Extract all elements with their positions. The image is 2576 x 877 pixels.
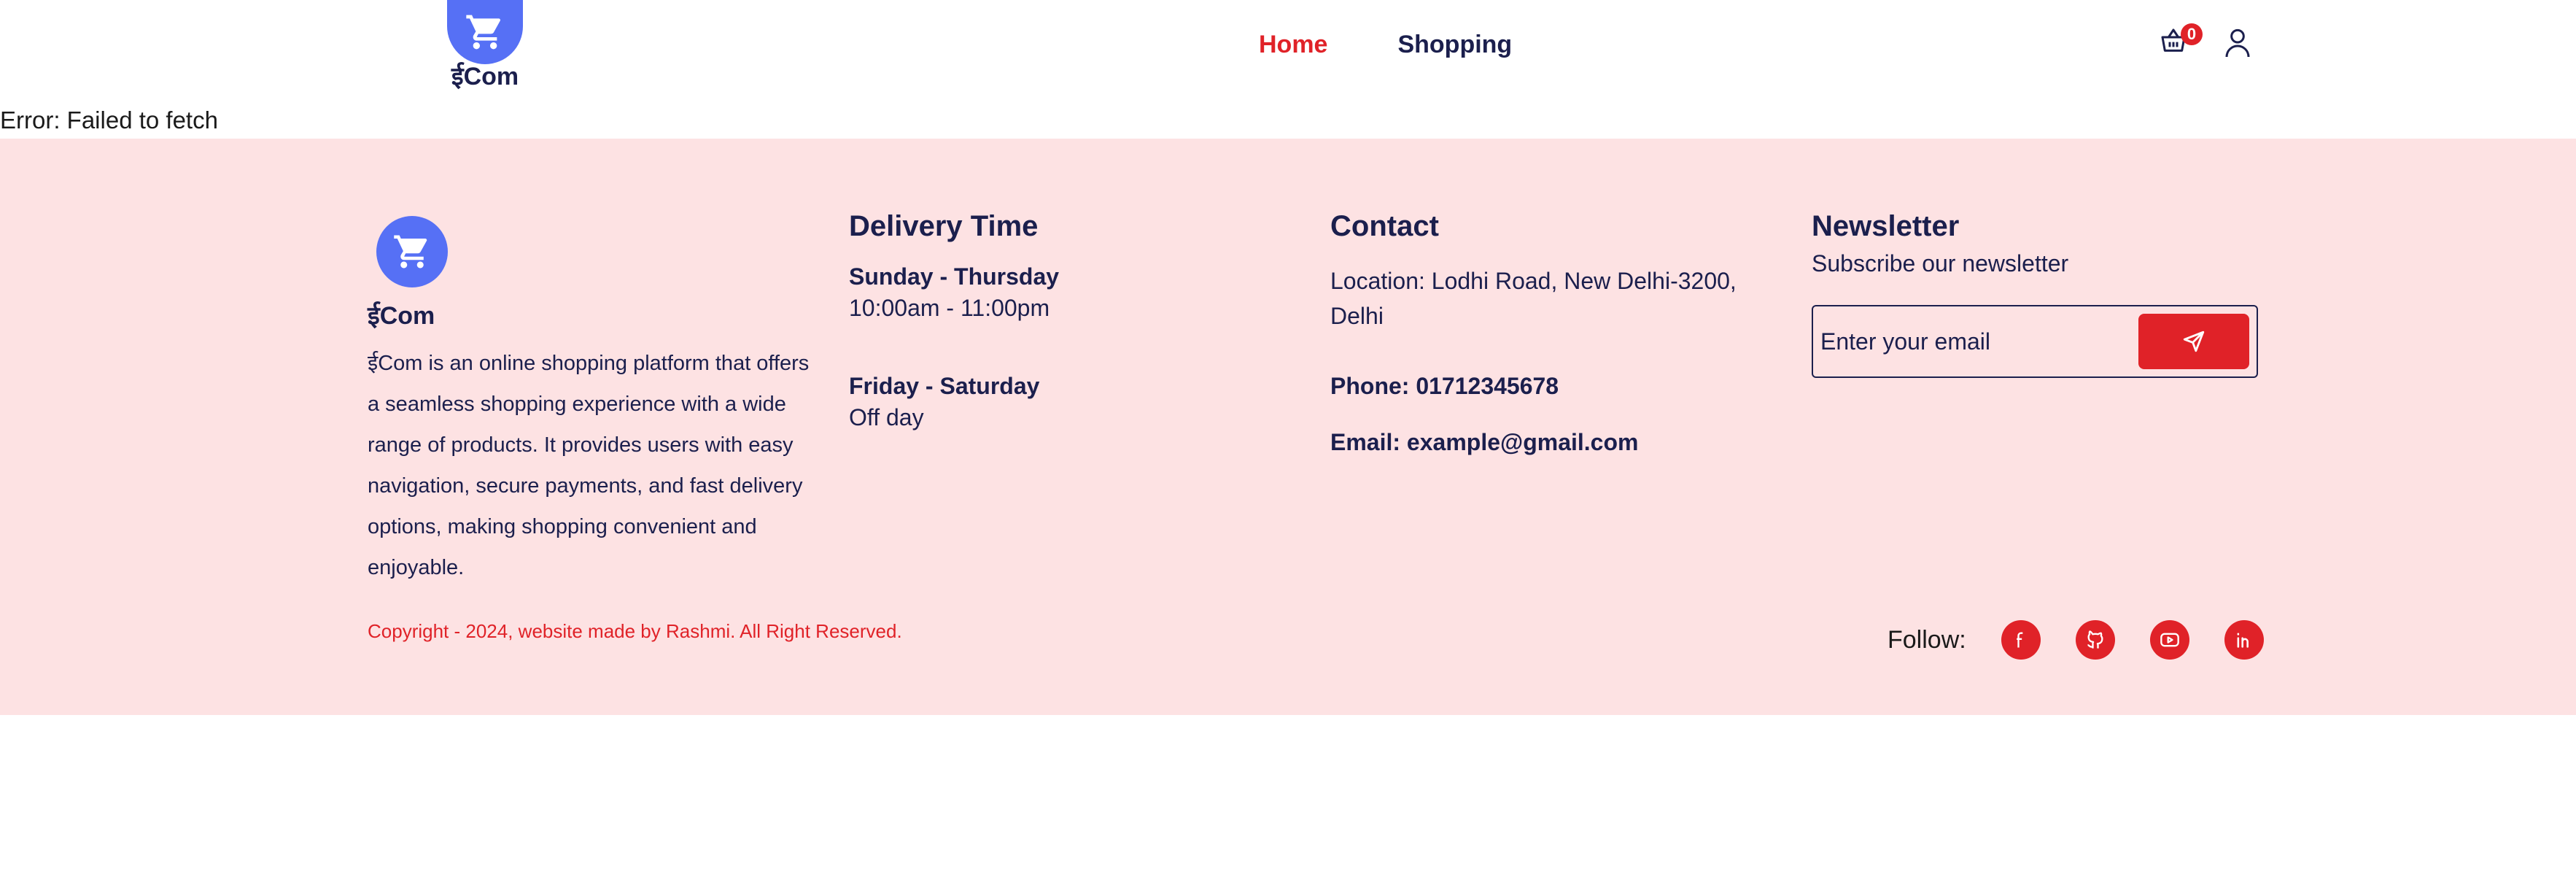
youtube-link[interactable]	[2149, 620, 2189, 660]
contact-email: Email: example@gmail.com	[1330, 429, 1639, 455]
nav-shopping[interactable]: Shopping	[1397, 31, 1512, 59]
footer-description: ईCom is an online shopping platform that…	[368, 352, 810, 579]
social-follow: Follow:	[1888, 620, 2264, 660]
footer-brand: ईCom ईCom is an online shopping platform…	[368, 216, 820, 588]
contact-section: Contact Location: Lodhi Road, New Delhi-…	[1330, 210, 1782, 456]
contact-location: Location: Lodhi Road, New Delhi-3200, De…	[1330, 268, 1737, 329]
error-message: Error: Failed to fetch	[0, 107, 218, 134]
cart-button[interactable]: 0	[2159, 23, 2203, 58]
follow-label: Follow:	[1888, 625, 1966, 654]
cart-logo-icon	[447, 0, 523, 64]
linkedin-link[interactable]	[2224, 620, 2264, 660]
delivery-hours-2: Off day	[849, 404, 924, 430]
github-icon	[2087, 630, 2103, 649]
send-icon	[2183, 331, 2205, 352]
user-icon	[2225, 28, 2250, 58]
delivery-days-2: Friday - Saturday	[849, 373, 1040, 399]
header-actions: 0	[2159, 23, 2252, 58]
site-header: ईCom Home Shopping 0	[0, 0, 2576, 139]
logo-text: ईCom	[451, 63, 519, 90]
nav-home[interactable]: Home	[1259, 31, 1327, 59]
youtube-icon	[2160, 633, 2179, 647]
logo[interactable]: ईCom	[446, 0, 524, 89]
delivery-days-1: Sunday - Thursday	[849, 263, 1060, 290]
user-button[interactable]	[2223, 26, 2252, 58]
delivery-hours-1: 10:00am - 11:00pm	[849, 295, 1050, 321]
footer-cart-logo-icon	[376, 216, 448, 287]
newsletter-title: Newsletter	[1812, 210, 1960, 242]
main-nav: Home Shopping	[1259, 31, 1512, 59]
github-link[interactable]	[2075, 620, 2115, 660]
contact-phone: Phone: 01712345678	[1330, 373, 1559, 399]
newsletter-submit-button[interactable]	[2138, 314, 2249, 369]
newsletter-form	[1812, 305, 2258, 378]
facebook-link[interactable]	[2001, 620, 2041, 660]
site-footer: ईCom ईCom is an online shopping platform…	[0, 139, 2576, 715]
copyright-text: Copyright - 2024, website made by Rashmi…	[368, 620, 902, 642]
newsletter-email-input[interactable]	[1820, 328, 2138, 355]
newsletter-section: Newsletter Subscribe our newsletter	[1812, 210, 2258, 378]
cart-count-badge: 0	[2181, 23, 2203, 45]
footer-logo-text: ईCom	[368, 302, 435, 330]
facebook-icon	[2016, 632, 2023, 648]
contact-title: Contact	[1330, 210, 1439, 242]
newsletter-subtitle: Subscribe our newsletter	[1812, 250, 2069, 277]
delivery-time-section: Delivery Time Sunday - Thursday 10:00am …	[849, 210, 1287, 431]
delivery-title: Delivery Time	[849, 210, 1039, 242]
linkedin-icon	[2237, 633, 2249, 648]
